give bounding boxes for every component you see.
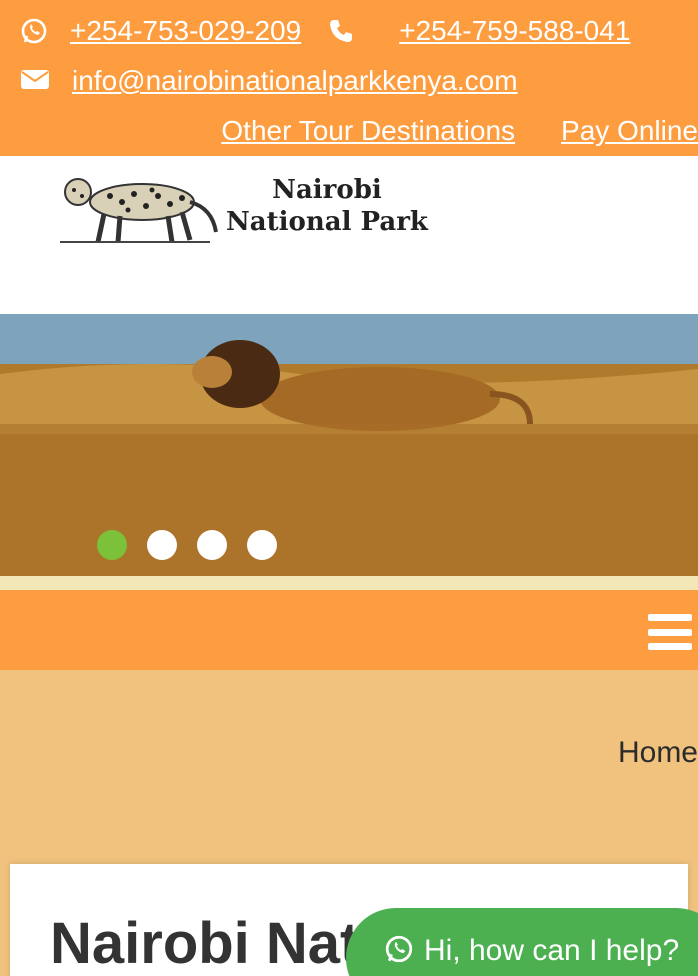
slider-dots <box>97 530 297 560</box>
main-nav-bar <box>0 590 698 670</box>
page-title: Nairobi Nati <box>50 911 376 976</box>
phone-link-2[interactable]: +254-759-588-041 <box>399 15 630 47</box>
slider-dot-2[interactable] <box>147 530 177 560</box>
hero-slider <box>0 314 698 576</box>
hamburger-icon[interactable] <box>648 614 692 650</box>
email-row: info@nairobinationalparkkenya.com <box>20 60 518 102</box>
whatsapp-icon <box>20 17 48 45</box>
slider-dot-1[interactable] <box>97 530 127 560</box>
top-contact-bar: +254-753-029-209 +254-759-588-041 info@n… <box>0 0 698 156</box>
header-logo-bar: Nairobi National Park <box>0 156 698 314</box>
phone-row: +254-753-029-209 +254-759-588-041 <box>20 10 630 52</box>
leopard-icon <box>50 162 220 253</box>
slider-dot-3[interactable] <box>197 530 227 560</box>
chat-label: Hi, how can I help? <box>424 934 680 967</box>
phone-link-1[interactable]: +254-753-029-209 <box>70 15 301 47</box>
email-link[interactable]: info@nairobinationalparkkenya.com <box>72 65 518 97</box>
logo-line-2: National Park <box>226 207 428 237</box>
phone-icon <box>327 17 355 45</box>
other-tour-destinations-link[interactable]: Other Tour Destinations <box>221 115 515 147</box>
slider-dot-4[interactable] <box>247 530 277 560</box>
pay-online-link[interactable]: Pay Online <box>561 115 698 147</box>
logo-line-1: Nairobi <box>272 175 382 205</box>
envelope-icon <box>20 67 50 95</box>
whatsapp-chat-button[interactable]: Hi, how can I help? <box>346 908 698 976</box>
whatsapp-icon <box>384 934 414 964</box>
breadcrumb-home[interactable]: Home <box>618 736 698 770</box>
site-logo[interactable]: Nairobi National Park <box>50 162 428 253</box>
hero-bottom-strip <box>0 576 698 590</box>
top-links-row: Other Tour Destinations Pay Online <box>221 110 698 152</box>
logo-text: Nairobi National Park <box>226 174 428 238</box>
